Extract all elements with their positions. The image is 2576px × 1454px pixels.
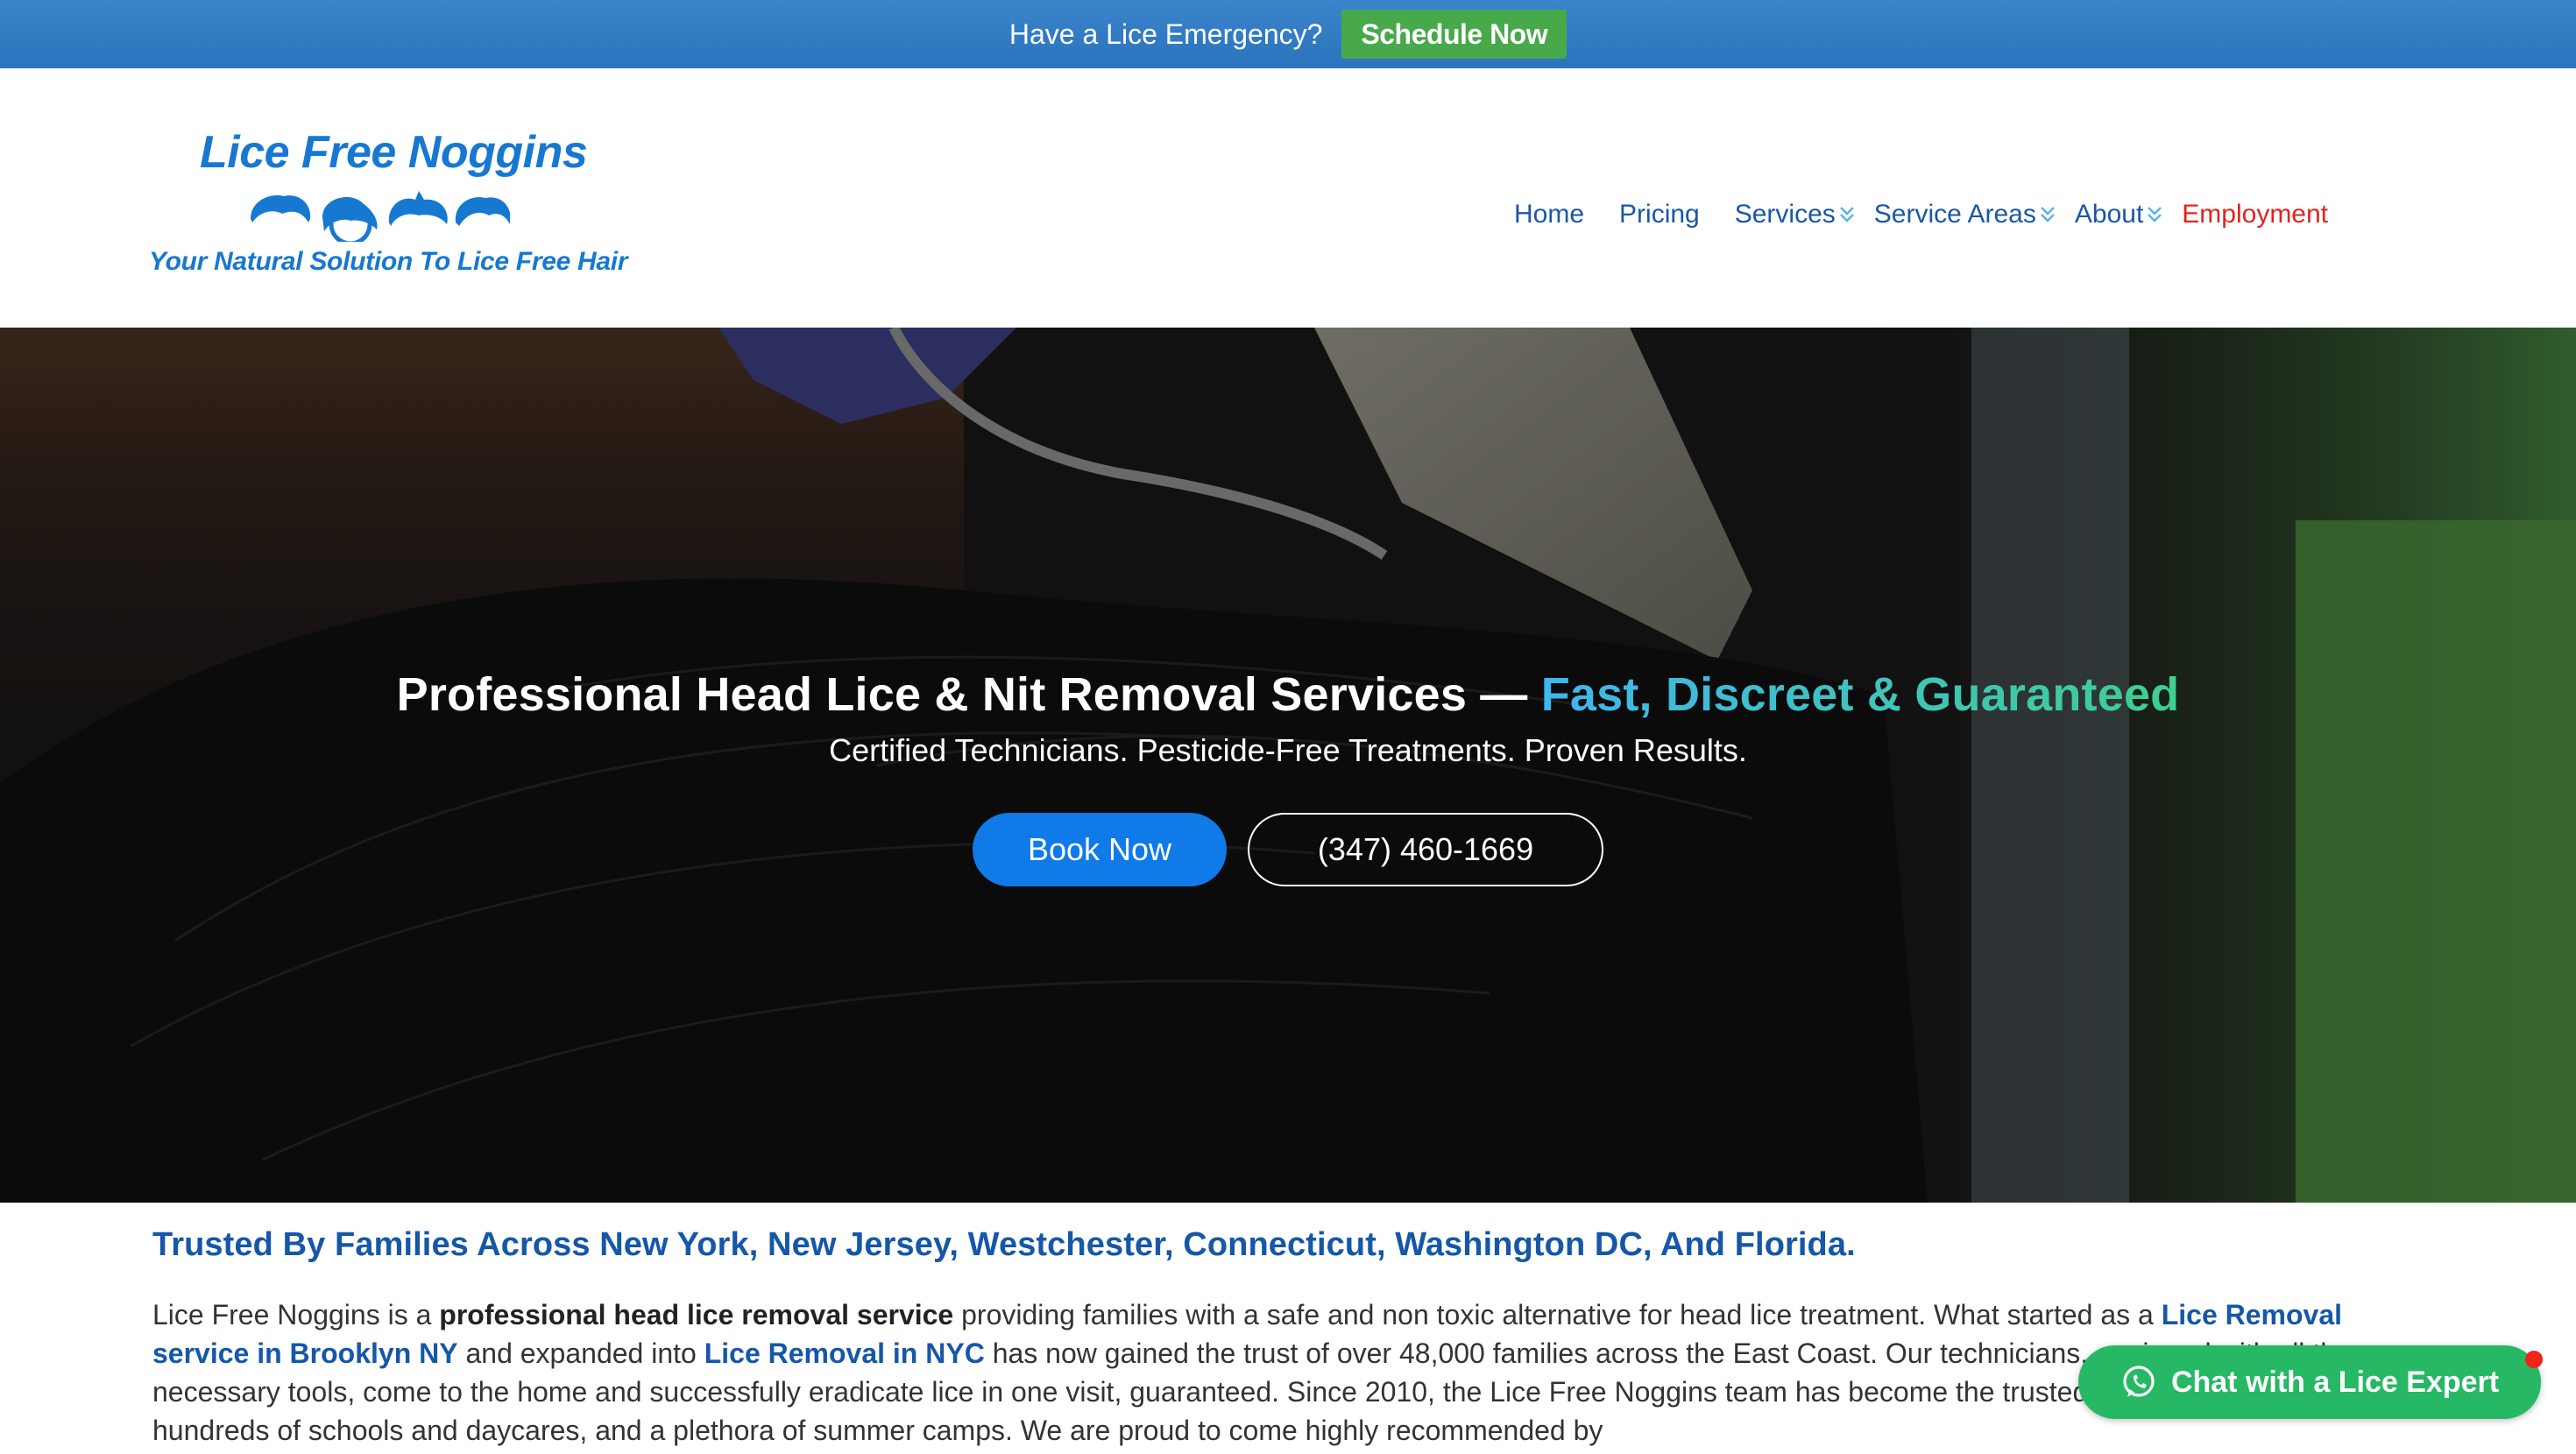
intro-bold: professional head lice removal service <box>439 1299 954 1330</box>
nav-label: About <box>2074 200 2144 229</box>
nav-item-services[interactable]: Services <box>1735 200 1855 229</box>
logo-tagline: Your Natural Solution To Lice Free Hair <box>149 247 628 276</box>
notification-dot <box>2525 1351 2543 1368</box>
book-now-button[interactable]: Book Now <box>973 813 1227 886</box>
emergency-message: Have a Lice Emergency? <box>1008 18 1323 50</box>
intro-text: Lice Free Noggins is a <box>152 1299 440 1330</box>
chat-label: Chat with a Lice Expert <box>2170 1365 2500 1399</box>
hero-section: Professional Head Lice & Nit Removal Ser… <box>0 328 2576 1203</box>
main-nav: Home Pricing Services Service Areas Abou… <box>1514 200 2328 229</box>
nav-item-pricing[interactable]: Pricing <box>1619 200 1700 229</box>
nav-item-home[interactable]: Home <box>1514 200 1584 229</box>
intro-paragraph: Lice Free Noggins is a professional head… <box>152 1295 2396 1450</box>
nav-label: Home <box>1514 200 1585 229</box>
about-section: Trusted By Families Across New York, New… <box>152 1226 2396 1450</box>
nav-label: Service Areas <box>1873 200 2036 229</box>
hero-subtitle: Certified Technicians. Pesticide-Free Tr… <box>829 732 1747 768</box>
intro-text: providing families with a safe and non t… <box>953 1299 2162 1330</box>
nyc-link[interactable]: Lice Removal in NYC <box>704 1338 985 1369</box>
emergency-bar: Have a Lice Emergency? Schedule Now <box>0 0 2576 68</box>
chevron-down-icon <box>2041 207 2055 222</box>
section-heading: Trusted By Families Across New York, New… <box>152 1226 1856 1263</box>
hero-title: Professional Head Lice & Nit Removal Ser… <box>0 667 2576 722</box>
hero-title-accent: Fast, Discreet & Guaranteed <box>1540 668 2180 721</box>
chevron-down-icon <box>1839 207 1854 222</box>
nav-label: Pricing <box>1619 200 1700 229</box>
nav-label: Employment <box>2182 200 2329 229</box>
nav-item-employment[interactable]: Employment <box>2182 200 2328 229</box>
hero-title-main: Professional Head Lice & Nit Removal Ser… <box>396 668 1541 721</box>
nav-item-service-areas[interactable]: Service Areas <box>1874 200 2056 229</box>
hero-buttons: Book Now (347) 460-1669 <box>0 813 2576 886</box>
nav-item-about[interactable]: About <box>2075 200 2162 229</box>
site-logo[interactable]: Lice Free Noggins Your Natural Solution … <box>149 126 627 293</box>
nav-label: Services <box>1734 200 1836 229</box>
schedule-now-button[interactable]: Schedule Now <box>1341 10 1568 59</box>
chevron-down-icon <box>2148 207 2162 222</box>
whatsapp-icon <box>2123 1366 2155 1397</box>
phone-button[interactable]: (347) 460-1669 <box>1248 813 1603 886</box>
site-header: Lice Free Noggins Your Natural Solution … <box>0 68 2576 328</box>
chat-expert-button[interactable]: Chat with a Lice Expert <box>2078 1345 2543 1419</box>
logo-heads-icon <box>251 191 510 242</box>
intro-text: and expanded into <box>457 1338 704 1369</box>
logo-title: Lice Free Noggins <box>200 127 588 178</box>
